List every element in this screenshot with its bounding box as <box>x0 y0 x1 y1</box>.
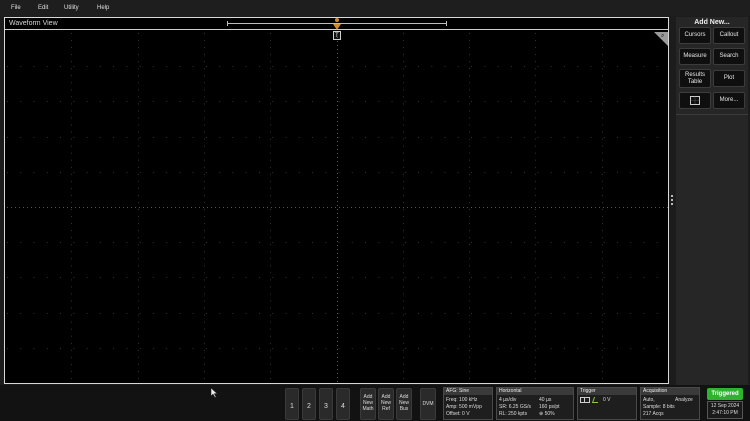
measure-button[interactable]: Measure <box>679 48 711 65</box>
menu-help[interactable]: Help <box>97 4 109 12</box>
triggered-status-button[interactable]: Triggered <box>707 388 743 400</box>
horizontal-resolution: 160 ps/pt <box>539 404 560 410</box>
date-time-display[interactable]: 12 Sep 2024 2:47:10 PM <box>707 401 743 419</box>
afg-freq: Freq: 100 kHz <box>446 397 478 403</box>
results-table-label-2: Table <box>687 79 703 85</box>
add-math-line-3: Math <box>362 406 374 412</box>
rising-edge-icon <box>591 397 601 403</box>
channel-2-button[interactable]: 2 <box>302 388 316 420</box>
search-button[interactable]: Search <box>713 48 745 65</box>
add-new-ref-button[interactable]: Add New Ref <box>378 388 394 420</box>
more-button[interactable]: More... <box>713 92 745 109</box>
acquisition-count: 217 Acqs <box>643 411 664 417</box>
waveform-view-title-bar: Waveform View <box>5 18 668 30</box>
waveform-view-icon-button[interactable] <box>679 92 711 109</box>
mouse-pointer-icon <box>211 388 218 398</box>
channel-3-button[interactable]: 3 <box>319 388 333 420</box>
trigger-type-icon <box>580 397 590 403</box>
time-text: 2:47:10 PM <box>712 410 738 416</box>
horizontal-sample-rate: SR: 6.25 GS/s <box>499 404 531 410</box>
channel-1-button[interactable]: 1 <box>285 388 299 420</box>
trigger-position-icon[interactable] <box>333 18 341 30</box>
graticule-grid <box>7 33 668 382</box>
add-bus-line-3: Bus <box>399 406 409 412</box>
magnifier-icon: ⌕ <box>661 33 665 39</box>
results-table-label-1: Results <box>684 72 705 78</box>
acquisition-badge[interactable]: Acquisition Auto, Analyze Sample: 8 bits… <box>640 387 700 420</box>
afg-offset: Offset: 0 V <box>446 411 470 417</box>
waveform-view[interactable]: Waveform View T ⌕ <box>4 17 669 384</box>
cursors-button[interactable]: Cursors <box>679 27 711 44</box>
menu-file[interactable]: File <box>11 4 21 12</box>
menu-edit[interactable]: Edit <box>38 4 48 12</box>
add-new-math-button[interactable]: Add New Math <box>360 388 376 420</box>
callout-button[interactable]: Callout <box>713 27 745 44</box>
acquisition-badge-title: Acquisition <box>641 388 699 395</box>
graticule[interactable] <box>5 31 668 383</box>
afg-badge-title: AFG: Sine <box>444 388 492 395</box>
trigger-badge-title: Trigger <box>578 388 636 395</box>
acquisition-analyze: Analyze <box>675 397 693 403</box>
horizontal-record-length: RL: 250 kpts <box>499 411 528 417</box>
afg-badge[interactable]: AFG: Sine Freq: 100 kHz Amp: 500 mVpp Of… <box>443 387 493 420</box>
add-new-panel: Add New... Cursors Callout Measure Searc… <box>676 17 748 385</box>
panel-divider <box>676 114 748 115</box>
settings-bar: 1 2 3 4 Add New Math Add New Ref Add New… <box>0 385 750 421</box>
acquisition-mode: Auto, <box>643 397 655 403</box>
horizontal-badge-title: Horizontal <box>497 388 573 395</box>
plot-button[interactable]: Plot <box>713 70 745 87</box>
add-new-bus-button[interactable]: Add New Bus <box>396 388 412 420</box>
waveform-view-title: Waveform View <box>9 20 58 27</box>
results-table-button[interactable]: Results Table <box>679 69 711 88</box>
menu-utility[interactable]: Utility <box>64 4 79 12</box>
date-text: 12 Sep 2024 <box>710 403 740 409</box>
horizontal-badge[interactable]: Horizontal 4 µs/div SR: 6.25 GS/s RL: 25… <box>496 387 574 420</box>
panel-resize-handle[interactable] <box>670 195 674 205</box>
channel-4-button[interactable]: 4 <box>336 388 350 420</box>
horizontal-duration: 40 µs <box>539 397 552 403</box>
grid-icon <box>690 96 700 105</box>
trigger-level: 0 V <box>603 397 611 403</box>
horizontal-scale: 4 µs/div <box>499 397 517 403</box>
dvm-button[interactable]: DVM <box>420 388 436 420</box>
add-ref-line-3: Ref <box>382 406 390 412</box>
acquisition-sample: Sample: 8 bits <box>643 404 675 410</box>
add-new-title: Add New... <box>694 19 730 26</box>
horizontal-position: ⊕ 50% <box>539 411 555 417</box>
trigger-badge[interactable]: Trigger 0 V <box>577 387 637 420</box>
zoom-corner-badge[interactable]: ⌕ <box>654 32 668 46</box>
afg-amp: Amp: 500 mVpp <box>446 404 482 410</box>
menu-bar: File Edit Utility Help <box>0 0 750 16</box>
